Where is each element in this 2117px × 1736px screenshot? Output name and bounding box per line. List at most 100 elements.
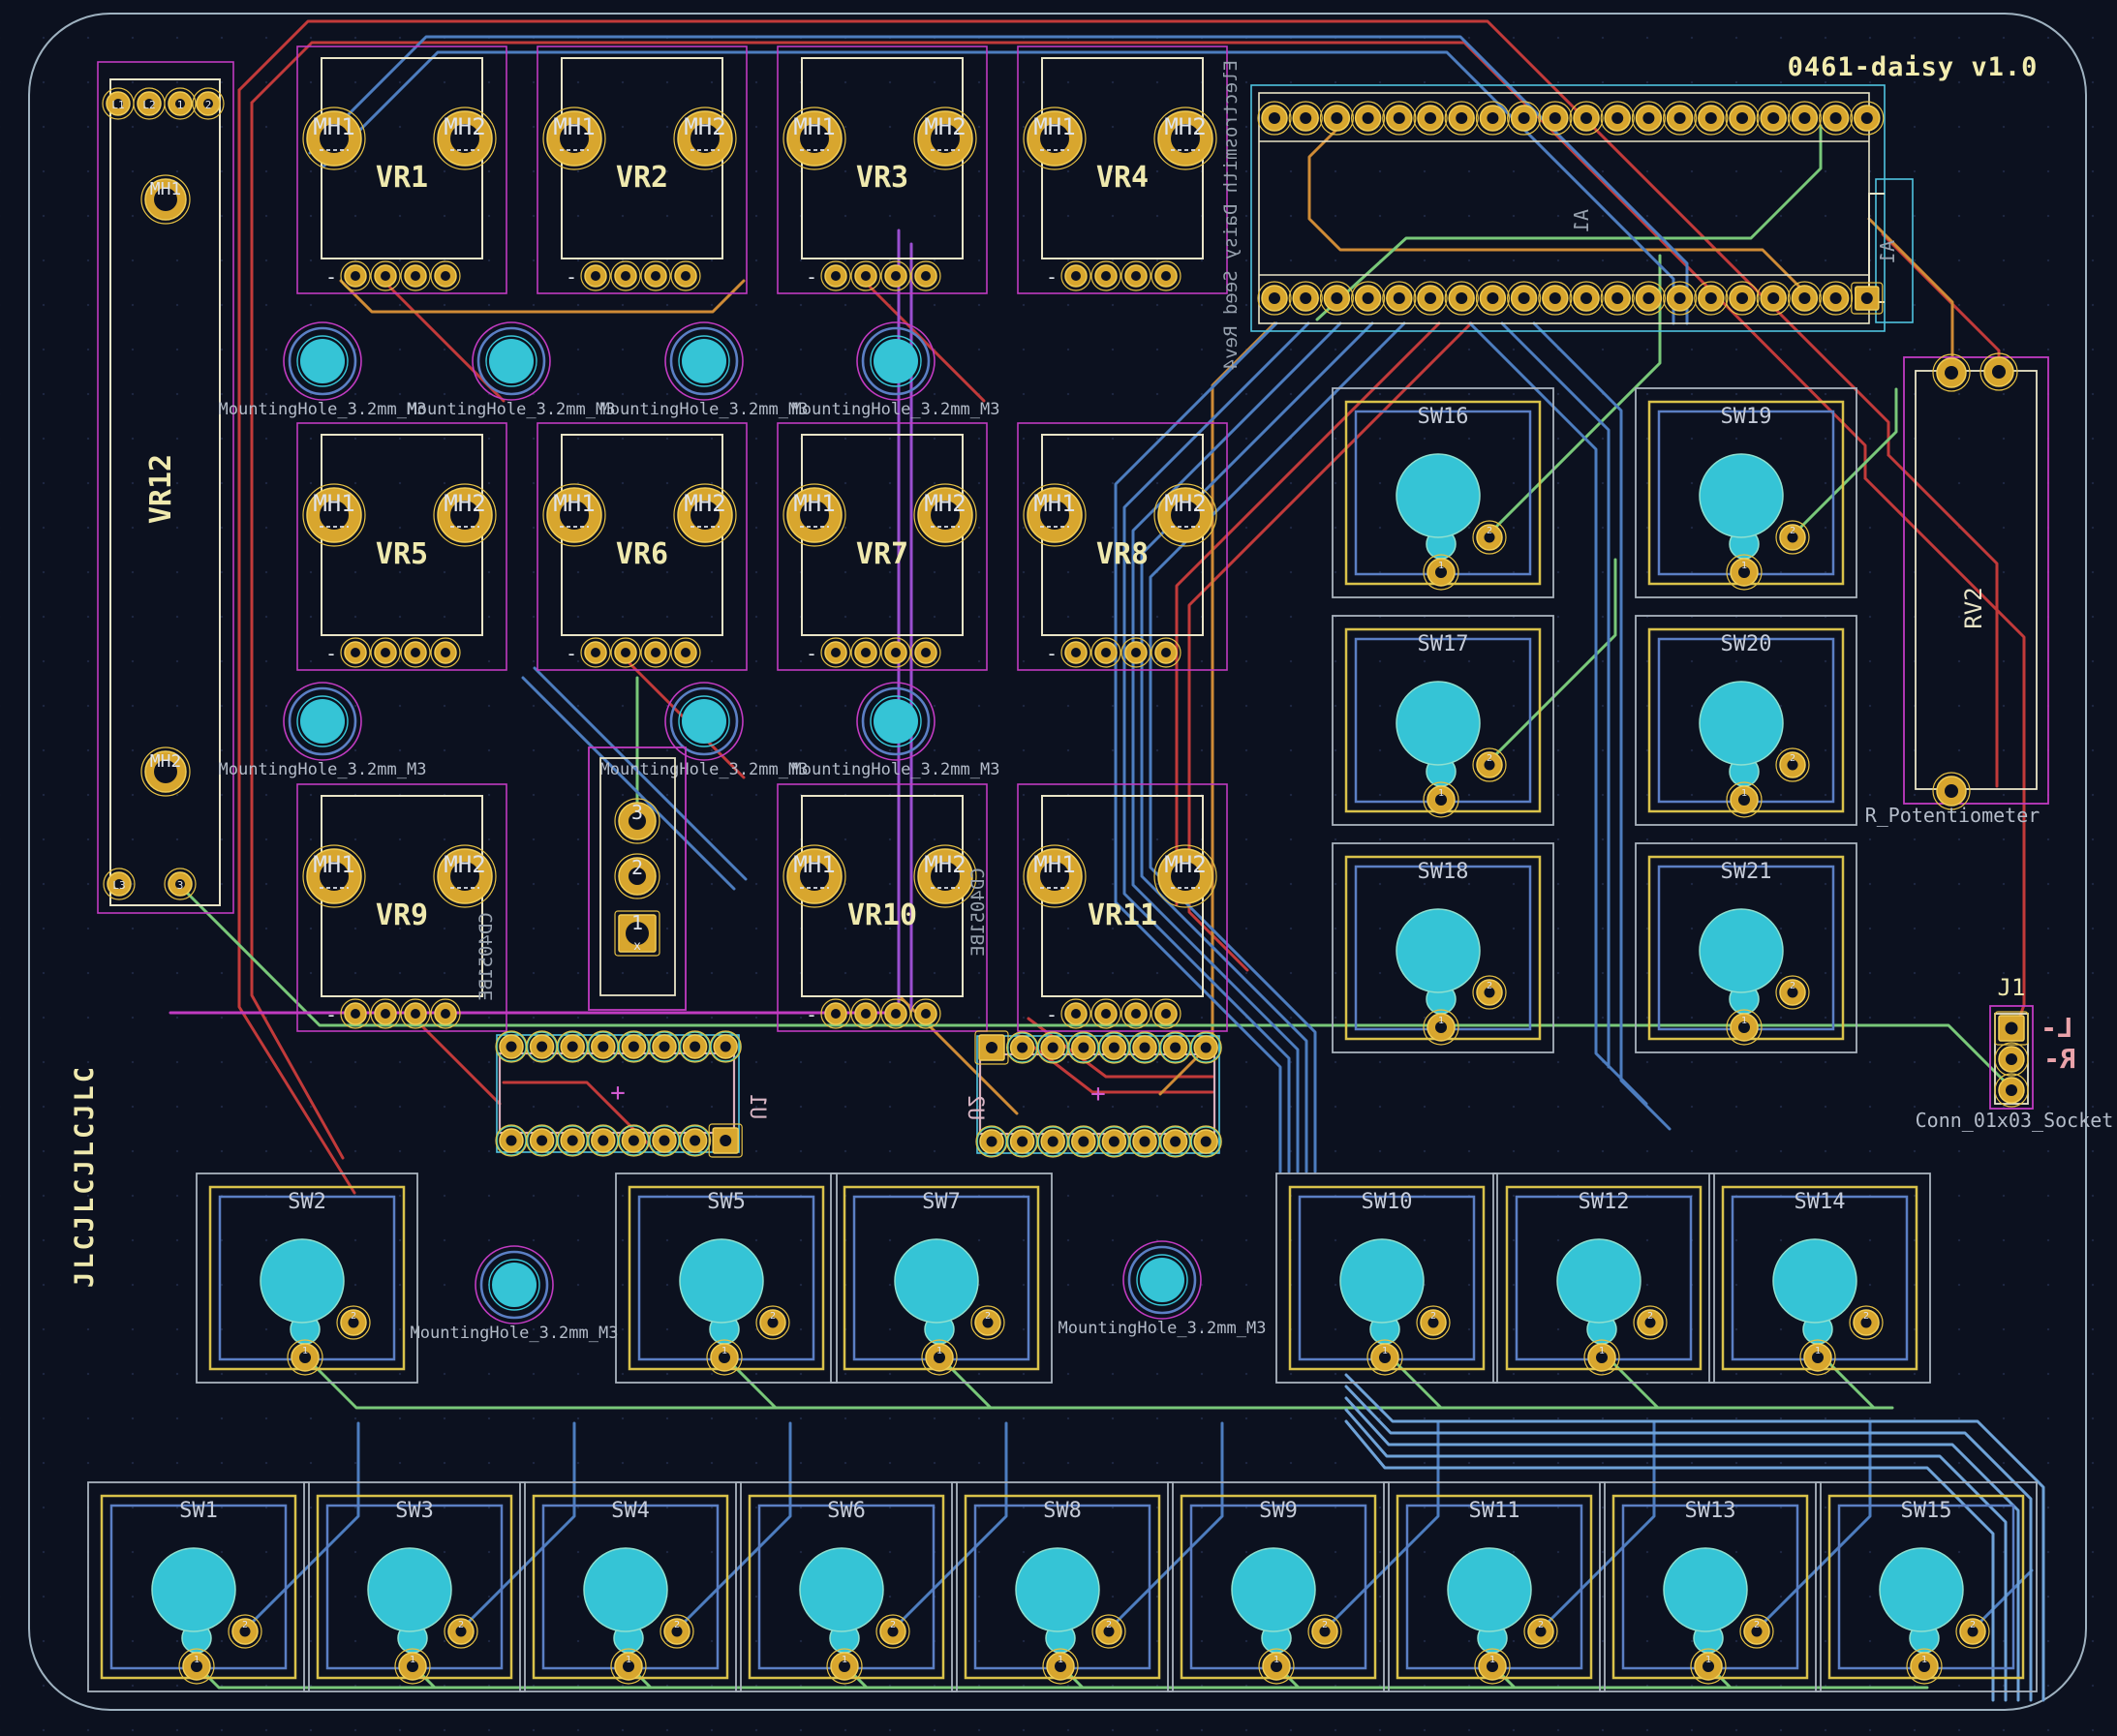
copper-trace[interactable] — [1346, 1375, 2043, 1700]
copper-trace[interactable] — [1309, 126, 1805, 302]
pad-4[interactable] — [1151, 638, 1181, 667]
pad[interactable] — [588, 1125, 619, 1156]
pad-1[interactable] — [341, 999, 370, 1028]
mounting-hole[interactable]: MountingHole_3.2mm_M3 — [1058, 1241, 1267, 1338]
footprint-rv2[interactable]: RV2R_Potentiometer — [1865, 353, 2048, 827]
pad[interactable] — [1068, 1032, 1099, 1063]
pad-2[interactable] — [1980, 353, 2017, 390]
pad-1[interactable] — [821, 261, 850, 290]
copper-trace[interactable] — [310, 37, 1687, 323]
pad-row-top[interactable] — [1695, 102, 1728, 135]
pad-1[interactable] — [341, 638, 370, 667]
pad-3[interactable] — [881, 999, 910, 1028]
copper-trace[interactable] — [416, 1020, 500, 1104]
pad-4[interactable] — [911, 261, 940, 290]
pad-row-top[interactable] — [1383, 102, 1416, 135]
pad[interactable] — [1160, 1126, 1191, 1157]
pad-4[interactable] — [431, 638, 460, 667]
pad-2[interactable] — [851, 638, 880, 667]
pad[interactable] — [557, 1125, 588, 1156]
mounting-hole[interactable]: MountingHole_3.2mm_M3 — [411, 1246, 619, 1343]
pad-2[interactable] — [371, 638, 400, 667]
pad-2[interactable] — [1091, 999, 1120, 1028]
pad-row-top[interactable] — [1476, 102, 1509, 135]
pad[interactable] — [680, 1125, 711, 1156]
pad-row-bottom[interactable] — [1695, 282, 1728, 315]
pad-2[interactable] — [611, 638, 640, 667]
footprint-sw5[interactable]: SW512 — [616, 1173, 837, 1383]
pad-3[interactable] — [1121, 638, 1151, 667]
footprint-vr5[interactable]: MH1MH2VR5- — [297, 423, 506, 670]
copper-trace[interactable] — [1109, 1423, 1222, 1629]
footprint-j1[interactable]: J1L-R-Conn_01x03_Socket — [1916, 974, 2114, 1132]
footprint-sw1[interactable]: SW112 — [88, 1482, 309, 1691]
pad-1[interactable] — [1933, 354, 1970, 391]
footprint-sw12[interactable]: SW1212 — [1493, 1173, 1714, 1383]
pad-3[interactable] — [401, 638, 430, 667]
pad[interactable] — [1007, 1126, 1038, 1157]
pad[interactable] — [1098, 1032, 1129, 1063]
pad-3[interactable] — [1121, 261, 1151, 290]
pad[interactable] — [1190, 1032, 1221, 1063]
pad-2[interactable] — [1091, 638, 1120, 667]
pad[interactable] — [1098, 1126, 1129, 1157]
mounting-hole[interactable]: MountingHole_3.2mm_M3 — [600, 322, 809, 419]
footprint-sw17[interactable]: SW1712 — [1333, 616, 1553, 825]
pad-row-bottom[interactable] — [1414, 282, 1447, 315]
pad-row-top[interactable] — [1289, 102, 1322, 135]
copper-trace[interactable] — [1865, 478, 2024, 1032]
pad[interactable] — [1037, 1032, 1068, 1063]
footprint-sw9[interactable]: SW912 — [1168, 1482, 1389, 1691]
copper-trace[interactable] — [677, 1423, 790, 1629]
footprint-sw16[interactable]: SW1612 — [1333, 388, 1553, 597]
pad-row-bottom[interactable] — [1476, 282, 1509, 315]
pad[interactable] — [649, 1125, 680, 1156]
pad[interactable] — [557, 1031, 588, 1062]
pad-1[interactable] — [341, 261, 370, 290]
mounting-hole[interactable]: MountingHole_3.2mm_M3 — [792, 322, 1000, 419]
pad-1-square[interactable] — [975, 1031, 1008, 1064]
pad-row-top[interactable] — [1539, 102, 1572, 135]
pad-2[interactable] — [1091, 261, 1120, 290]
pad-1[interactable] — [581, 638, 610, 667]
footprint-sw3[interactable]: SW312 — [304, 1482, 525, 1691]
footprint-vr4[interactable]: MH1MH2VR4- — [1018, 46, 1227, 293]
pad-2[interactable] — [1995, 1043, 2028, 1076]
pad[interactable] — [496, 1031, 527, 1062]
pad-4[interactable] — [431, 999, 460, 1028]
pad[interactable] — [618, 1125, 649, 1156]
pad-row-top[interactable] — [1851, 102, 1884, 135]
pad-row-bottom[interactable] — [1788, 282, 1821, 315]
pad-row-top[interactable] — [1664, 102, 1697, 135]
footprint-sw13[interactable]: SW1312 — [1600, 1482, 1821, 1691]
pad-3[interactable] — [401, 261, 430, 290]
pad-row-top[interactable] — [1320, 102, 1353, 135]
footprint-vr8[interactable]: MH1MH2VR8- — [1018, 423, 1227, 670]
pad-row-bottom[interactable] — [1258, 282, 1291, 315]
pad-row-top[interactable] — [1726, 102, 1759, 135]
pad-row-bottom[interactable] — [1539, 282, 1572, 315]
footprint-vr2[interactable]: MH1MH2VR2- — [537, 46, 747, 293]
pad-1[interactable] — [1061, 261, 1090, 290]
pad-3[interactable] — [881, 638, 910, 667]
pad[interactable] — [527, 1031, 558, 1062]
pad[interactable] — [649, 1031, 680, 1062]
pad-1[interactable] — [1061, 999, 1090, 1028]
footprint-vr7[interactable]: MH1MH2VR7- — [778, 423, 987, 670]
pad-2[interactable] — [371, 261, 400, 290]
pad-row-bottom[interactable] — [1445, 282, 1478, 315]
footprint-sw19[interactable]: SW1912 — [1636, 388, 1856, 597]
pad-row-bottom[interactable] — [1508, 282, 1541, 315]
pad[interactable] — [588, 1031, 619, 1062]
mounting-hole[interactable]: MountingHole_3.2mm_M3 — [600, 683, 809, 779]
mounting-hole[interactable]: MountingHole_3.2mm_M3 — [792, 683, 1000, 779]
footprint-sw7[interactable]: SW712 — [831, 1173, 1052, 1383]
pad-row-top[interactable] — [1414, 102, 1447, 135]
pad-row-bottom[interactable] — [1570, 282, 1603, 315]
pad-3[interactable] — [1121, 999, 1151, 1028]
pad-2[interactable] — [851, 999, 880, 1028]
pad-row-bottom[interactable] — [1601, 282, 1634, 315]
pad-4[interactable] — [1151, 999, 1181, 1028]
pad-row-top[interactable] — [1508, 102, 1541, 135]
pad-row-bottom[interactable] — [1383, 282, 1416, 315]
